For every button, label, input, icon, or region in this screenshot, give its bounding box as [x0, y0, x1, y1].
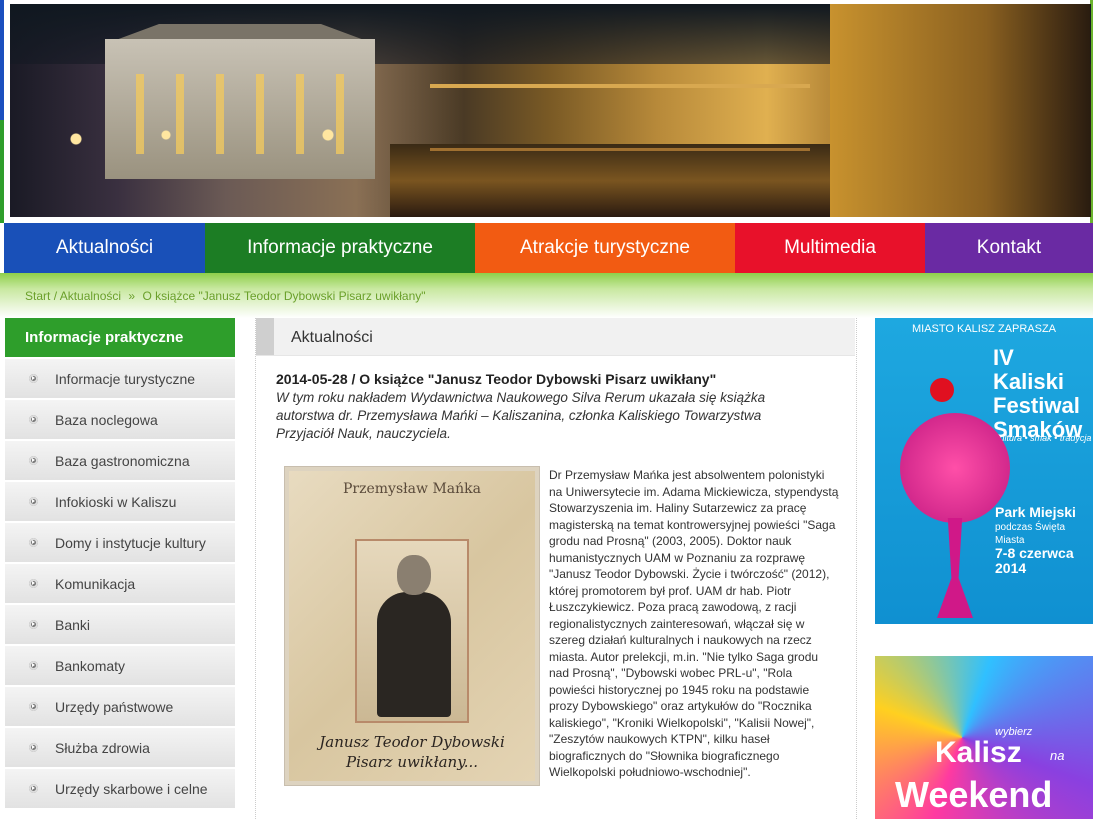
sidebar-item-label: Domy i instytucje kultury	[55, 534, 206, 551]
article-title: 2014-05-28 / O książce "Janusz Teodor Dy…	[276, 371, 717, 387]
sidebar-item-komunikacja[interactable]: Komunikacja	[5, 564, 235, 603]
portrait-figure	[377, 592, 451, 717]
header	[0, 0, 1093, 223]
weekend-ad-weekend: Weekend	[895, 774, 1053, 815]
festival-ad-subtitle: kultura • smak • tradycja	[995, 433, 1092, 443]
nav-item-multimedia[interactable]: Multimedia	[735, 223, 925, 273]
festival-ad-place: Park Miejski podczas Święta Miasta 7-8 c…	[995, 504, 1085, 577]
breadcrumb-separator: »	[128, 289, 136, 303]
breadcrumb: Start / Aktualności » O książce "Janusz …	[25, 289, 426, 303]
arrow-bullet-icon	[29, 743, 38, 752]
festival-ad-top: MIASTO KALISZ ZAPRASZA	[911, 323, 1057, 335]
section-header: Aktualności	[256, 318, 855, 356]
arrow-bullet-icon	[29, 620, 38, 629]
arrow-bullet-icon	[29, 415, 38, 424]
portrait-head	[397, 555, 431, 595]
book-cover-title: Janusz Teodor Dybowski Pisarz uwikłany..…	[285, 732, 539, 772]
arrow-bullet-icon	[29, 784, 38, 793]
festival-ad-place-note: podczas Święta Miasta	[995, 522, 1066, 546]
arrow-bullet-icon	[29, 661, 38, 670]
sidebar-item-informacje-turystyczne[interactable]: Informacje turystyczne	[5, 359, 235, 398]
arrow-bullet-icon	[29, 579, 38, 588]
breadcrumb-section[interactable]: Aktualności	[60, 289, 121, 303]
festival-ad-footer	[875, 624, 1093, 638]
article-body: Dr Przemysław Mańka jest absolwentem pol…	[549, 468, 839, 779]
sidebar-item-label: Baza gastronomiczna	[55, 452, 190, 469]
cherry-icon	[930, 378, 954, 402]
book-cover-title-line1: Janusz Teodor Dybowski	[319, 733, 505, 751]
weekend-ad-banner[interactable]: wybierz Kalisz na Weekend	[875, 656, 1093, 819]
header-stripe-green	[0, 120, 4, 223]
sidebar-heading: Informacje praktyczne	[5, 318, 235, 357]
breadcrumb-current: O książce "Janusz Teodor Dybowski Pisarz…	[142, 289, 426, 303]
breadcrumb-start[interactable]: Start	[25, 289, 50, 303]
breadcrumb-separator: /	[53, 289, 58, 303]
sidebar: Informacje praktyczne Informacje turysty…	[5, 318, 235, 808]
section-title: Aktualności	[291, 329, 373, 346]
sidebar-item-label: Informacje turystyczne	[55, 370, 196, 387]
section-header-bar	[256, 318, 274, 355]
article-lead: W tym roku nakładem Wydawnictwa Naukoweg…	[276, 390, 766, 441]
ice-cream-glass-icon	[900, 413, 1010, 523]
nav-item-atrakcje-turystyczne[interactable]: Atrakcje turystyczne	[475, 223, 735, 273]
festival-ad-dates: 7-8 czerwca 2014	[995, 545, 1074, 576]
sidebar-item-label: Służba zdrowia	[55, 739, 150, 756]
sidebar-item-domy-kultury[interactable]: Domy i instytucje kultury	[5, 523, 235, 562]
glass-stem-icon	[937, 518, 973, 618]
weekend-ad-kalisz: Kalisz	[935, 736, 1022, 769]
sidebar-item-baza-noclegowa[interactable]: Baza noclegowa	[5, 400, 235, 439]
nav-item-aktualnosci[interactable]: Aktualności	[4, 223, 205, 273]
festival-ad-title: IV Kaliski Festiwal Smaków	[993, 345, 1083, 442]
festival-ad-place-name: Park Miejski	[995, 504, 1076, 520]
festival-ad-banner[interactable]: MIASTO KALISZ ZAPRASZA IV Kaliski Festiw…	[875, 318, 1093, 638]
book-cover-title-line2: Pisarz uwikłany...	[345, 753, 478, 771]
arrow-bullet-icon	[29, 702, 38, 711]
sidebar-item-urzedy-skarbowe[interactable]: Urzędy skarbowe i celne	[5, 769, 235, 808]
nav-item-informacje-praktyczne[interactable]: Informacje praktyczne	[205, 223, 475, 273]
nav-item-kontakt[interactable]: Kontakt	[925, 223, 1093, 273]
sidebar-item-label: Infokioski w Kaliszu	[55, 493, 177, 510]
sidebar-item-label: Komunikacja	[55, 575, 136, 592]
sidebar-item-urzedy-panstwowe[interactable]: Urzędy państwowe	[5, 687, 235, 726]
sidebar-item-label: Urzędy państwowe	[55, 698, 174, 715]
sidebar-item-label: Urzędy skarbowe i celne	[55, 780, 208, 797]
main-nav: Aktualności Informacje praktyczne Atrakc…	[4, 223, 1093, 273]
sidebar-item-banki[interactable]: Banki	[5, 605, 235, 644]
sidebar-item-sluzba-zdrowia[interactable]: Służba zdrowia	[5, 728, 235, 767]
arrow-bullet-icon	[29, 538, 38, 547]
book-cover-image: Przemysław Mańka Janusz Teodor Dybowski …	[284, 466, 540, 786]
arrow-bullet-icon	[29, 497, 38, 506]
sidebar-item-bankomaty[interactable]: Bankomaty	[5, 646, 235, 685]
sidebar-item-infokioski[interactable]: Infokioski w Kaliszu	[5, 482, 235, 521]
arrow-bullet-icon	[29, 456, 38, 465]
arrow-bullet-icon	[29, 374, 38, 383]
weekend-ad-na: na	[1050, 748, 1065, 763]
main-content: Aktualności 2014-05-28 / O książce "Janu…	[255, 318, 857, 819]
sidebar-item-baza-gastronomiczna[interactable]: Baza gastronomiczna	[5, 441, 235, 480]
sidebar-item-label: Banki	[55, 616, 91, 633]
book-cover-author: Przemysław Mańka	[343, 481, 481, 497]
sidebar-item-label: Bankomaty	[55, 657, 126, 674]
header-banner-photo	[10, 4, 1091, 217]
sidebar-item-label: Baza noclegowa	[55, 411, 158, 428]
